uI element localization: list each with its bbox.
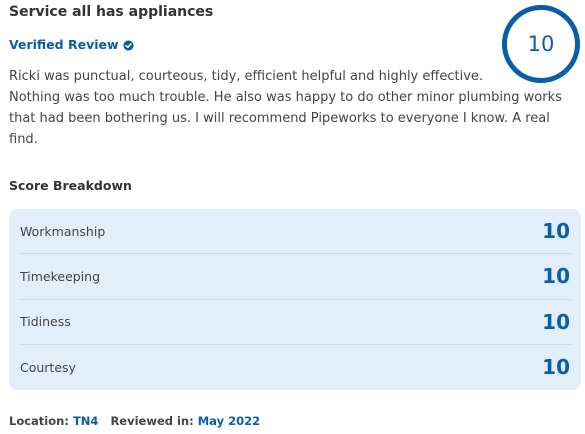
location-info: Location: TN4 <box>9 414 98 428</box>
score-row-courtesy: Courtesy 10 <box>19 345 571 390</box>
review-title: Service all has appliances <box>9 4 214 20</box>
score-label: Workmanship <box>20 223 106 239</box>
location-label: Location: <box>9 414 69 428</box>
score-breakdown-title: Score Breakdown <box>9 178 132 193</box>
verified-check-icon <box>122 39 134 51</box>
review-paragraph: Nothing was too much trouble. He also wa… <box>9 90 562 147</box>
review-body: Ricki was punctual, courteous, tidy, eff… <box>9 66 569 150</box>
score-value: 10 <box>542 264 570 289</box>
score-value: 10 <box>542 219 570 244</box>
review-footer: Location: TN4 Reviewed in: May 2022 <box>9 414 260 428</box>
score-label: Courtesy <box>20 359 76 375</box>
score-label: Tidiness <box>20 314 71 330</box>
score-breakdown-panel: Workmanship 10 Timekeeping 10 Tidiness 1… <box>9 209 581 390</box>
verified-review-label: Verified Review <box>9 37 119 52</box>
score-row-workmanship: Workmanship 10 <box>19 209 571 255</box>
score-row-timekeeping: Timekeeping 10 <box>19 254 571 300</box>
reviewed-label: Reviewed in: <box>110 414 194 428</box>
verified-review-badge: Verified Review <box>9 37 134 52</box>
score-row-tidiness: Tidiness 10 <box>19 300 571 345</box>
score-value: 10 <box>542 309 570 334</box>
reviewed-info: Reviewed in: May 2022 <box>110 414 260 428</box>
score-value: 10 <box>542 355 570 380</box>
review-card: Service all has appliances Verified Revi… <box>0 0 585 434</box>
review-paragraph: Ricki was punctual, courteous, tidy, eff… <box>9 69 484 84</box>
score-label: Timekeeping <box>20 268 101 284</box>
reviewed-value: May 2022 <box>197 414 261 428</box>
location-value: TN4 <box>72 414 99 428</box>
